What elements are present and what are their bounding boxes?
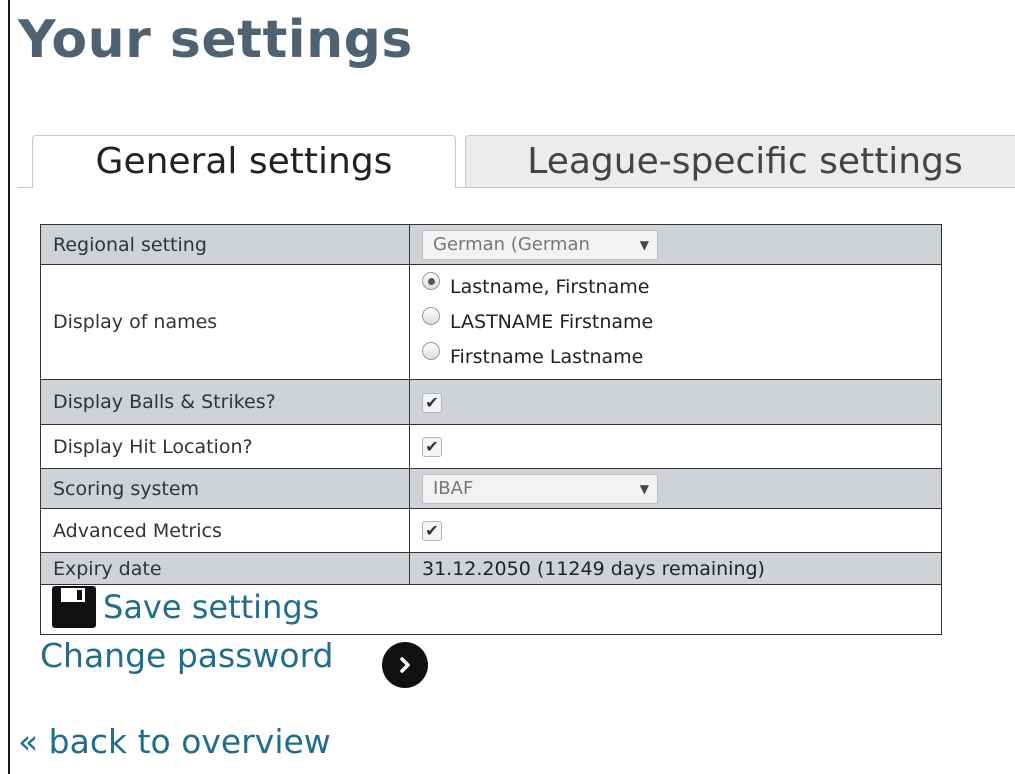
hit-location-label: Display Hit Location? <box>40 424 410 469</box>
expiry-date-label: Expiry date <box>40 552 410 585</box>
table-row: Expiry date 31.12.2050 (11249 days remai… <box>40 552 942 585</box>
change-password-link[interactable]: Change password <box>40 636 334 675</box>
regional-setting-value: German (German <box>433 233 590 255</box>
tab-bar: General settings League-specific setting… <box>18 135 1015 188</box>
regional-setting-select[interactable]: German (German ▼ <box>422 229 658 260</box>
advanced-metrics-label: Advanced Metrics <box>40 508 410 553</box>
name-option-label: LASTNAME Firstname <box>450 311 654 333</box>
scoring-system-label: Scoring system <box>40 468 410 509</box>
display-of-names-cell: Lastname, Firstname LASTNAME Firstname F… <box>409 264 942 380</box>
chevron-right-circle-icon[interactable] <box>382 642 428 688</box>
table-row: Save settings <box>40 584 942 635</box>
expiry-date-value: 31.12.2050 (11249 days remaining) <box>409 552 942 585</box>
hit-location-checkbox[interactable]: ✔ <box>422 437 442 457</box>
scoring-system-cell: IBAF ▼ <box>409 468 942 509</box>
save-settings-button[interactable]: Save settings <box>51 585 319 629</box>
table-row: Advanced Metrics ✔ <box>40 508 942 553</box>
name-option-firstname-lastname[interactable]: Firstname Lastname <box>422 340 929 375</box>
regional-setting-cell: German (German ▼ <box>409 224 942 265</box>
name-option-label: Lastname, Firstname <box>450 276 650 298</box>
scoring-system-select[interactable]: IBAF ▼ <box>422 473 658 504</box>
display-of-names-label: Display of names <box>40 264 410 380</box>
hit-location-cell: ✔ <box>409 424 942 469</box>
regional-setting-label: Regional setting <box>40 224 410 265</box>
table-row: Display Balls & Strikes? ✔ <box>40 379 942 425</box>
table-row: Display Hit Location? ✔ <box>40 424 942 469</box>
balls-strikes-label: Display Balls & Strikes? <box>40 379 410 425</box>
name-option-uppercase-lastname-firstname[interactable]: LASTNAME Firstname <box>422 305 929 340</box>
advanced-metrics-checkbox[interactable]: ✔ <box>422 521 442 541</box>
dropdown-arrow-icon: ▼ <box>639 237 649 252</box>
table-row: Scoring system IBAF ▼ <box>40 468 942 509</box>
table-row: Display of names Lastname, Firstname LAS… <box>40 264 942 380</box>
balls-strikes-checkbox[interactable]: ✔ <box>422 392 442 413</box>
dropdown-arrow-icon: ▼ <box>639 481 649 496</box>
balls-strikes-cell: ✔ <box>409 379 942 425</box>
radio-button[interactable] <box>422 307 440 325</box>
left-border <box>8 0 10 774</box>
save-settings-label: Save settings <box>103 588 320 626</box>
name-option-label: Firstname Lastname <box>450 346 644 368</box>
advanced-metrics-cell: ✔ <box>409 508 942 553</box>
floppy-disk-icon <box>52 586 96 628</box>
page-title: Your settings <box>18 10 413 70</box>
radio-button[interactable] <box>422 272 440 290</box>
settings-table: Regional setting German (German ▼ Displa… <box>40 224 942 635</box>
save-cell: Save settings <box>40 584 942 635</box>
name-option-lastname-firstname[interactable]: Lastname, Firstname <box>422 270 929 305</box>
table-row: Regional setting German (German ▼ <box>40 224 942 265</box>
tab-general-settings[interactable]: General settings <box>32 135 456 188</box>
radio-button[interactable] <box>422 342 440 360</box>
tab-league-specific-settings[interactable]: League-specific settings <box>465 135 1015 187</box>
scoring-system-value: IBAF <box>433 477 474 499</box>
back-to-overview-link[interactable]: « back to overview <box>18 722 331 761</box>
chevron-right-icon <box>400 657 410 673</box>
